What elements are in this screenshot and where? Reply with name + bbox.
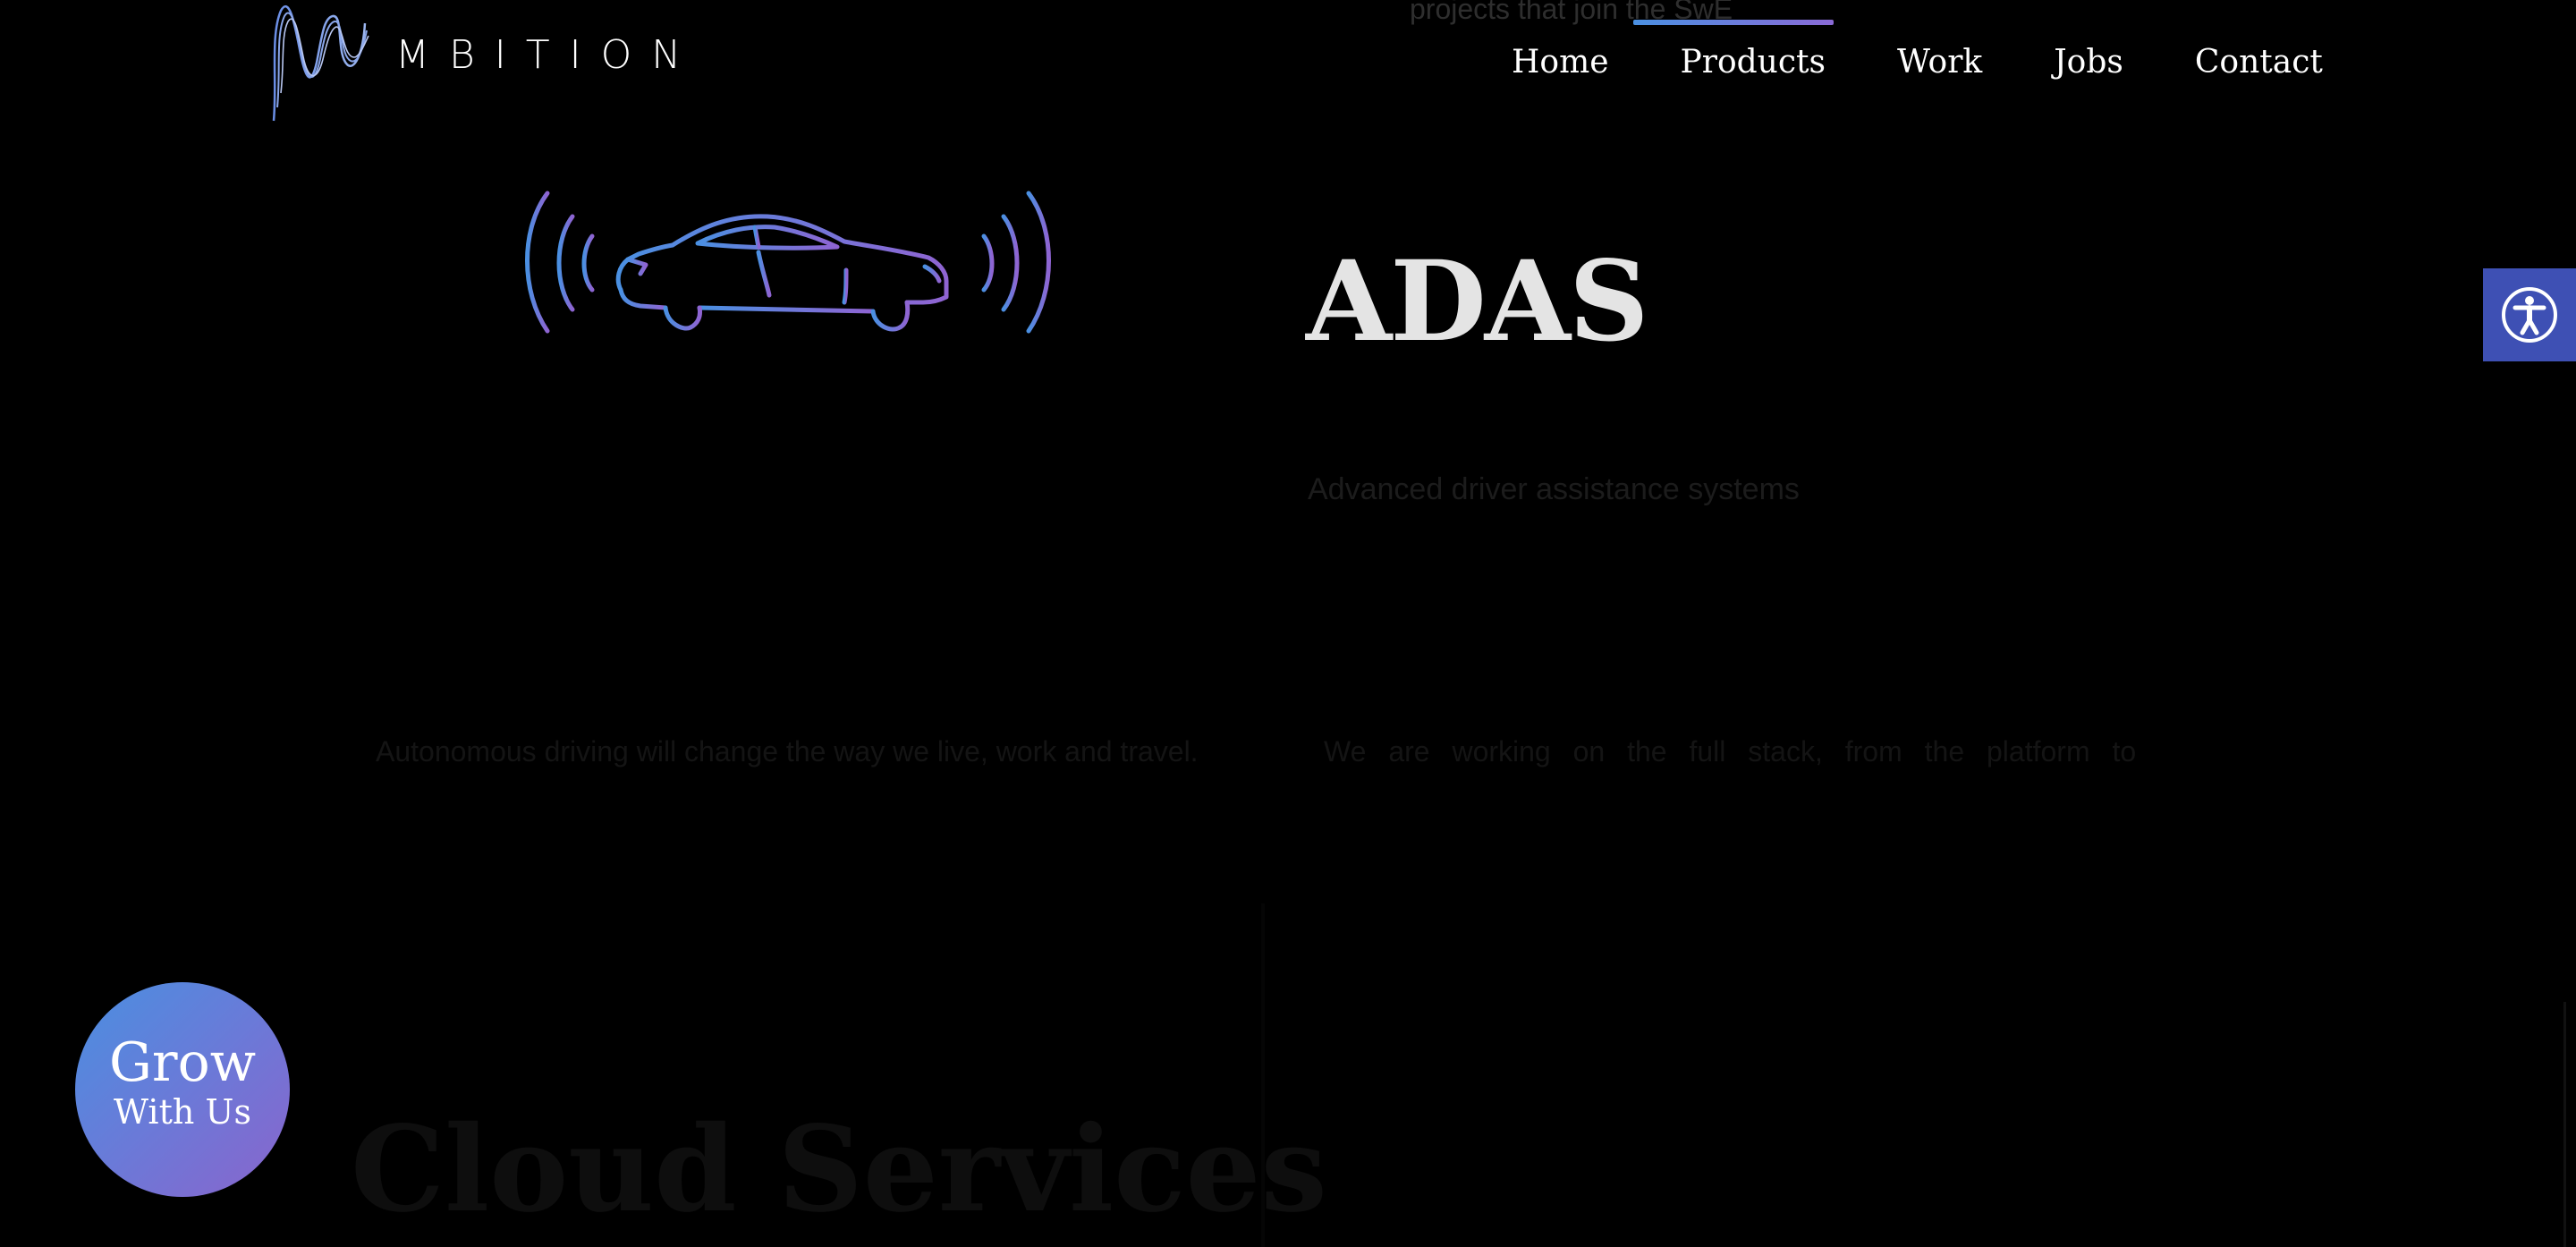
wave-logo-icon <box>272 4 369 122</box>
section-title-cloud-services: Cloud Services <box>351 1099 1327 1239</box>
nav-item-products[interactable]: Products <box>1645 39 1861 86</box>
nav-item-contact[interactable]: Contact <box>2159 39 2359 86</box>
nav-active-indicator <box>1633 20 1834 25</box>
paragraph-left: Autonomous driving will change the way w… <box>376 735 1199 768</box>
accessibility-icon <box>2502 287 2557 343</box>
connected-car-illustration <box>515 184 1061 345</box>
nav-item-work[interactable]: Work <box>1861 39 2018 86</box>
right-edge-line <box>2563 1002 2566 1247</box>
paragraph-right: We are working on the full stack, from t… <box>1324 735 2137 768</box>
brand-name: MBITION <box>395 32 701 78</box>
hero-subtitle: Advanced driver assistance systems <box>1308 472 1800 506</box>
brand-logo[interactable]: MBITION <box>265 0 685 125</box>
accessibility-button[interactable] <box>2483 268 2576 361</box>
grow-with-us-button[interactable]: Grow With Us <box>75 982 290 1197</box>
grow-badge-line2: With Us <box>114 1092 251 1132</box>
nav-item-jobs[interactable]: Jobs <box>2018 39 2159 86</box>
hero-title: ADAS <box>1306 237 1648 368</box>
nav-item-home[interactable]: Home <box>1512 39 1645 86</box>
connected-car-icon <box>525 191 1051 334</box>
grow-badge-line1: Grow <box>108 1031 257 1094</box>
main-nav: Home Products Work Jobs Contact <box>1512 39 2359 86</box>
